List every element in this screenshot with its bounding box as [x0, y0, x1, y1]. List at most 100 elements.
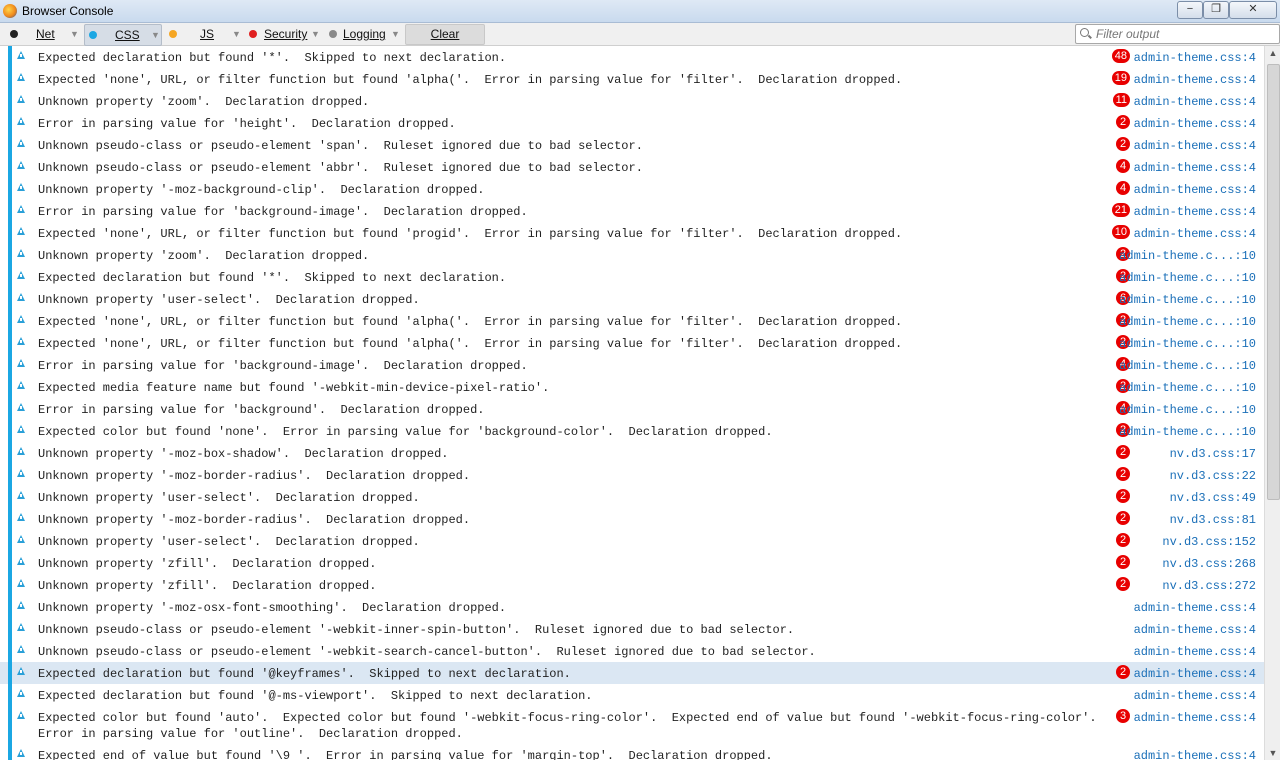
scroll-down-arrow-icon[interactable]: ▼ — [1266, 746, 1280, 760]
log-entry[interactable]: Error in parsing value for 'background-i… — [0, 200, 1264, 222]
source-link[interactable]: nv.d3.css:268 — [1162, 556, 1256, 572]
source-link[interactable]: admin-theme.c...:10 — [1119, 248, 1256, 264]
source-link[interactable]: admin-theme.css:4 — [1134, 138, 1256, 154]
source-link[interactable]: admin-theme.c...:10 — [1119, 292, 1256, 308]
chevron-down-icon[interactable]: ▼ — [151, 25, 160, 45]
filter-net-button[interactable]: Net ▼ — [6, 24, 82, 44]
filter-css-button[interactable]: CSS ▼ — [84, 24, 162, 46]
log-entry[interactable]: Expected color but found 'auto'. Expecte… — [0, 706, 1264, 744]
console-output[interactable]: Expected declaration but found '*'. Skip… — [0, 46, 1264, 760]
source-link[interactable]: admin-theme.css:4 — [1134, 160, 1256, 176]
source-link[interactable]: admin-theme.c...:10 — [1119, 380, 1256, 396]
log-entry[interactable]: Error in parsing value for 'background'.… — [0, 398, 1264, 420]
source-link[interactable]: admin-theme.css:4 — [1134, 226, 1256, 242]
log-entry[interactable]: Expected declaration but found '*'. Skip… — [0, 46, 1264, 68]
log-entry[interactable]: Unknown property 'zoom'. Declaration dro… — [0, 244, 1264, 266]
security-label: Security — [264, 27, 308, 41]
chevron-down-icon[interactable]: ▼ — [232, 24, 241, 44]
clear-button[interactable]: Clear — [405, 24, 485, 45]
filter-output-field[interactable] — [1075, 24, 1280, 44]
log-entry[interactable]: Expected declaration but found '*'. Skip… — [0, 266, 1264, 288]
source-link[interactable]: admin-theme.css:4 — [1134, 710, 1256, 726]
log-entry[interactable]: Expected 'none', URL, or filter function… — [0, 222, 1264, 244]
log-entry[interactable]: Expected declaration but found '@keyfram… — [0, 662, 1264, 684]
scroll-up-arrow-icon[interactable]: ▲ — [1266, 46, 1280, 60]
source-link[interactable]: admin-theme.css:4 — [1134, 182, 1256, 198]
source-link[interactable]: admin-theme.css:4 — [1134, 688, 1256, 704]
repeat-count-badge: 2 — [1116, 665, 1130, 679]
log-entry[interactable]: Unknown pseudo-class or pseudo-element '… — [0, 618, 1264, 640]
css-category-bar — [8, 420, 12, 442]
source-link[interactable]: admin-theme.css:4 — [1134, 748, 1256, 760]
log-entry[interactable]: Unknown property 'user-select'. Declarat… — [0, 486, 1264, 508]
source-link[interactable]: admin-theme.css:4 — [1134, 600, 1256, 616]
log-entry[interactable]: Unknown property '-moz-border-radius'. D… — [0, 464, 1264, 486]
warning-icon — [17, 711, 25, 719]
log-message: Error in parsing value for 'height'. Dec… — [38, 117, 456, 131]
source-link[interactable]: admin-theme.c...:10 — [1119, 402, 1256, 418]
source-link[interactable]: admin-theme.c...:10 — [1119, 270, 1256, 286]
source-link[interactable]: nv.d3.css:22 — [1170, 468, 1256, 484]
chevron-down-icon[interactable]: ▼ — [70, 24, 79, 44]
css-category-bar — [8, 46, 12, 68]
source-link[interactable]: nv.d3.css:152 — [1162, 534, 1256, 550]
source-link[interactable]: nv.d3.css:17 — [1170, 446, 1256, 462]
source-link[interactable]: nv.d3.css:81 — [1170, 512, 1256, 528]
close-button[interactable]: ✕ — [1229, 1, 1277, 19]
source-link[interactable]: nv.d3.css:49 — [1170, 490, 1256, 506]
console-toolbar: Net ▼ CSS ▼ JS ▼ Security ▼ Logging ▼ Cl… — [0, 23, 1280, 46]
source-link[interactable]: admin-theme.css:4 — [1134, 644, 1256, 660]
log-entry[interactable]: Unknown property 'zfill'. Declaration dr… — [0, 574, 1264, 596]
filter-output-input[interactable] — [1096, 26, 1274, 41]
source-link[interactable]: admin-theme.css:4 — [1134, 204, 1256, 220]
filter-security-button[interactable]: Security ▼ — [248, 24, 324, 44]
warning-icon — [17, 359, 25, 367]
log-entry[interactable]: Expected declaration but found '@-ms-vie… — [0, 684, 1264, 706]
source-link[interactable]: admin-theme.c...:10 — [1119, 336, 1256, 352]
warning-icon — [17, 623, 25, 631]
log-entry[interactable]: Unknown property '-moz-box-shadow'. Decl… — [0, 442, 1264, 464]
warning-icon — [17, 73, 25, 81]
source-link[interactable]: admin-theme.c...:10 — [1119, 314, 1256, 330]
log-entry[interactable]: Unknown property '-moz-background-clip'.… — [0, 178, 1264, 200]
source-link[interactable]: admin-theme.c...:10 — [1119, 358, 1256, 374]
filter-logging-button[interactable]: Logging ▼ — [328, 24, 404, 44]
source-link[interactable]: nv.d3.css:272 — [1162, 578, 1256, 594]
log-entry[interactable]: Unknown property 'user-select'. Declarat… — [0, 530, 1264, 552]
source-link[interactable]: admin-theme.css:4 — [1134, 116, 1256, 132]
vertical-scrollbar[interactable]: ▲ ▼ — [1264, 46, 1280, 760]
log-entry[interactable]: Unknown property '-moz-osx-font-smoothin… — [0, 596, 1264, 618]
log-entry[interactable]: Unknown property 'zfill'. Declaration dr… — [0, 552, 1264, 574]
log-entry[interactable]: Expected 'none', URL, or filter function… — [0, 68, 1264, 90]
title-bar: Browser Console − ❐ ✕ — [0, 0, 1280, 23]
warning-icon — [17, 271, 25, 279]
log-entry[interactable]: Unknown property 'user-select'. Declarat… — [0, 288, 1264, 310]
source-link[interactable]: admin-theme.css:4 — [1134, 94, 1256, 110]
chevron-down-icon[interactable]: ▼ — [311, 24, 320, 44]
source-link[interactable]: admin-theme.css:4 — [1134, 50, 1256, 66]
minimize-button[interactable]: − — [1177, 1, 1203, 19]
log-entry[interactable]: Expected color but found 'none'. Error i… — [0, 420, 1264, 442]
log-entry[interactable]: Error in parsing value for 'background-i… — [0, 354, 1264, 376]
log-entry[interactable]: Unknown pseudo-class or pseudo-element '… — [0, 156, 1264, 178]
source-link[interactable]: admin-theme.c...:10 — [1119, 424, 1256, 440]
log-entry[interactable]: Unknown pseudo-class or pseudo-element '… — [0, 134, 1264, 156]
log-entry[interactable]: Expected end of value but found '\9 '. E… — [0, 744, 1264, 760]
chevron-down-icon[interactable]: ▼ — [391, 24, 400, 44]
log-entry[interactable]: Expected media feature name but found '-… — [0, 376, 1264, 398]
css-category-bar — [8, 618, 12, 640]
log-entry[interactable]: Unknown property '-moz-border-radius'. D… — [0, 508, 1264, 530]
log-entry[interactable]: Expected 'none', URL, or filter function… — [0, 310, 1264, 332]
source-link[interactable]: admin-theme.css:4 — [1134, 72, 1256, 88]
log-entry[interactable]: Unknown pseudo-class or pseudo-element '… — [0, 640, 1264, 662]
maximize-button[interactable]: ❐ — [1203, 1, 1229, 19]
log-message: Error in parsing value for 'background-i… — [38, 205, 528, 219]
source-link[interactable]: admin-theme.css:4 — [1134, 666, 1256, 682]
log-entry[interactable]: Error in parsing value for 'height'. Dec… — [0, 112, 1264, 134]
log-entry[interactable]: Unknown property 'zoom'. Declaration dro… — [0, 90, 1264, 112]
source-link[interactable]: admin-theme.css:4 — [1134, 622, 1256, 638]
filter-js-button[interactable]: JS ▼ — [168, 24, 244, 44]
scrollbar-thumb[interactable] — [1267, 64, 1280, 500]
css-category-bar — [8, 332, 12, 354]
log-entry[interactable]: Expected 'none', URL, or filter function… — [0, 332, 1264, 354]
